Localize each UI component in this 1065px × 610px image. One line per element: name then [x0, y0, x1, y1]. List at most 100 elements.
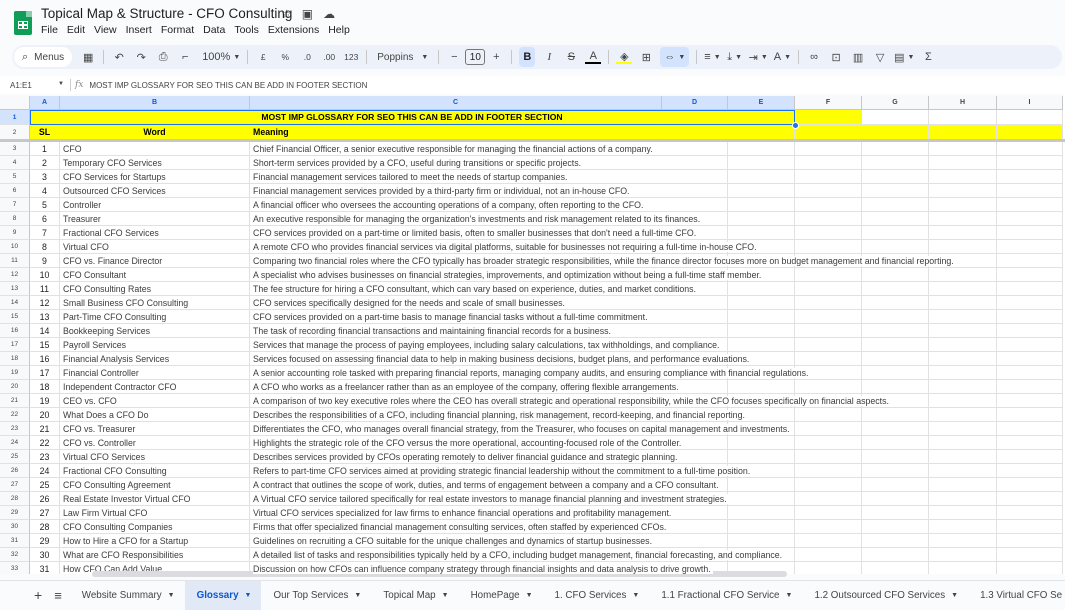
cell-empty[interactable] — [997, 110, 1063, 125]
cell-empty[interactable] — [728, 534, 795, 548]
cell-empty[interactable] — [795, 520, 862, 534]
cell-empty[interactable] — [728, 506, 795, 520]
currency-format-button[interactable]: £ — [255, 47, 271, 67]
cell-empty[interactable] — [662, 520, 728, 534]
cell-empty[interactable] — [862, 310, 929, 324]
row-header[interactable]: 14 — [0, 296, 30, 310]
sheet-tab[interactable]: 1.1 Fractional CFO Service ▼ — [649, 581, 802, 610]
column-header-a[interactable]: A — [30, 96, 60, 110]
formula-input[interactable]: MOST IMP GLOSSARY FOR SEO THIS CAN BE AD… — [89, 81, 367, 90]
row-header[interactable]: 17 — [0, 338, 30, 352]
strikethrough-button[interactable]: S — [563, 47, 579, 67]
column-header-i[interactable]: I — [997, 96, 1063, 110]
cell-empty[interactable] — [862, 534, 929, 548]
cell-empty[interactable] — [997, 436, 1063, 450]
cell-empty[interactable] — [795, 125, 862, 140]
sl-cell[interactable]: 26 — [30, 492, 60, 506]
cell-empty[interactable] — [929, 170, 997, 184]
cell-empty[interactable] — [728, 142, 795, 156]
cell-empty[interactable] — [929, 226, 997, 240]
cell-empty[interactable] — [795, 534, 862, 548]
row-header[interactable]: 12 — [0, 268, 30, 282]
cell-empty[interactable] — [929, 268, 997, 282]
sheet-tab[interactable]: 1.2 Outsourced CFO Services ▼ — [802, 581, 968, 610]
cell-empty[interactable] — [929, 310, 997, 324]
row-header[interactable]: 21 — [0, 394, 30, 408]
word-cell[interactable]: Fractional CFO Services — [60, 226, 250, 240]
row-header[interactable]: 16 — [0, 324, 30, 338]
word-cell[interactable]: Financial Analysis Services — [60, 352, 250, 366]
cell-empty[interactable] — [862, 142, 929, 156]
meaning-cell[interactable]: A senior accounting role tasked with pre… — [250, 366, 811, 380]
cell-empty[interactable] — [795, 156, 862, 170]
column-header-e[interactable]: E — [728, 96, 795, 110]
meaning-cell[interactable]: Guidelines on recruiting a CFO suitable … — [250, 534, 662, 548]
cell-empty[interactable] — [997, 296, 1063, 310]
cell-empty[interactable] — [997, 156, 1063, 170]
cell-empty[interactable] — [997, 282, 1063, 296]
sl-cell[interactable]: 7 — [30, 226, 60, 240]
word-cell[interactable]: Controller — [60, 198, 250, 212]
cell-empty[interactable] — [929, 198, 997, 212]
filter-icon[interactable]: ▽ — [872, 47, 888, 67]
cell-empty[interactable] — [997, 380, 1063, 394]
undo-icon[interactable]: ↶ — [111, 47, 127, 67]
cell-empty[interactable] — [997, 310, 1063, 324]
sl-cell[interactable]: 21 — [30, 422, 60, 436]
cell-empty[interactable] — [862, 366, 929, 380]
cell-empty[interactable] — [862, 338, 929, 352]
sl-cell[interactable]: 11 — [30, 282, 60, 296]
row-header[interactable]: 3 — [0, 142, 30, 156]
row-header[interactable]: 25 — [0, 450, 30, 464]
row-header[interactable]: 24 — [0, 436, 30, 450]
row-header[interactable]: 5 — [0, 170, 30, 184]
cell-empty[interactable] — [795, 170, 862, 184]
word-cell[interactable]: CFO vs. Treasurer — [60, 422, 250, 436]
decrease-font-size-button[interactable]: − — [446, 47, 462, 67]
cell-empty[interactable] — [795, 562, 862, 574]
meaning-cell[interactable]: A Virtual CFO service tailored specifica… — [250, 492, 729, 506]
merge-cells-icon[interactable]: ⇔ ▼ — [660, 47, 690, 67]
fill-color-icon[interactable]: ◈ — [616, 50, 633, 64]
cell-empty[interactable] — [662, 170, 728, 184]
cell-empty[interactable] — [795, 380, 862, 394]
sl-cell[interactable]: 30 — [30, 548, 60, 562]
cell-empty[interactable] — [862, 450, 929, 464]
menu-tools[interactable]: Tools — [234, 24, 259, 36]
cell-empty[interactable] — [795, 212, 862, 226]
menu-insert[interactable]: Insert — [126, 24, 152, 36]
cell-empty[interactable] — [929, 282, 997, 296]
tab-menu-chevron-icon[interactable]: ▼ — [632, 592, 639, 599]
header-sl[interactable]: SL — [30, 125, 60, 140]
row-header[interactable]: 31 — [0, 534, 30, 548]
row-header[interactable]: 6 — [0, 184, 30, 198]
sheet-tab[interactable]: Topical Map ▼ — [371, 581, 458, 610]
add-sheet-button[interactable]: + — [34, 587, 42, 603]
meaning-cell[interactable]: A financial officer who oversees the acc… — [250, 198, 662, 212]
meaning-cell[interactable]: CFO services provided on a part-time or … — [250, 226, 699, 240]
row-header[interactable]: 19 — [0, 366, 30, 380]
sl-cell[interactable]: 5 — [30, 198, 60, 212]
cell-empty[interactable] — [997, 450, 1063, 464]
cell-empty[interactable] — [795, 422, 862, 436]
sl-cell[interactable]: 31 — [30, 562, 60, 574]
print-icon[interactable]: ⎙ — [155, 47, 171, 67]
cell-empty[interactable] — [728, 436, 795, 450]
cell-empty[interactable] — [929, 548, 997, 562]
cell-empty[interactable] — [929, 240, 997, 254]
cell-empty[interactable] — [929, 212, 997, 226]
cell-empty[interactable] — [662, 125, 728, 140]
cell-empty[interactable] — [997, 520, 1063, 534]
filter-views-icon[interactable]: ▤ ▼ — [894, 47, 914, 67]
search-menus-button[interactable]: ⌕ Menus — [14, 47, 73, 67]
cell-empty[interactable] — [862, 478, 929, 492]
cell-empty[interactable] — [997, 184, 1063, 198]
cell-empty[interactable] — [862, 226, 929, 240]
word-cell[interactable]: Part-Time CFO Consulting — [60, 310, 250, 324]
cell-empty[interactable] — [662, 156, 728, 170]
star-icon[interactable]: ☆ — [281, 7, 292, 21]
row-header[interactable]: 23 — [0, 422, 30, 436]
cell-empty[interactable] — [795, 226, 862, 240]
meaning-cell[interactable]: Chief Financial Officer, a senior execut… — [250, 142, 662, 156]
cell-empty[interactable] — [795, 142, 862, 156]
